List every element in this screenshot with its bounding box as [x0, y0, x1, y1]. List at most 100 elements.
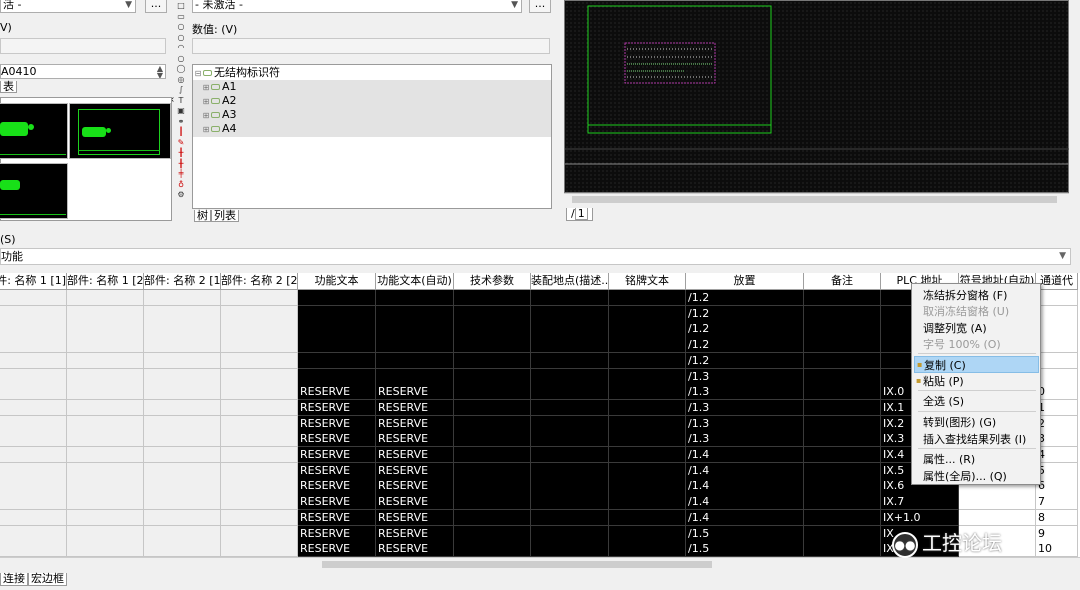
- table-cell[interactable]: [804, 290, 881, 307]
- table-cell[interactable]: [454, 384, 531, 401]
- table-cell[interactable]: [298, 352, 376, 369]
- tab-macro-frame[interactable]: 宏边框: [28, 573, 67, 586]
- scrollbar-thumb[interactable]: [322, 561, 712, 568]
- table-cell[interactable]: [609, 462, 686, 479]
- table-cell[interactable]: RESERVE: [376, 525, 454, 542]
- table-cell[interactable]: [298, 305, 376, 322]
- table-cell[interactable]: [609, 321, 686, 338]
- table-cell[interactable]: [531, 321, 609, 338]
- table-cell[interactable]: [67, 368, 144, 385]
- table-cell[interactable]: [609, 368, 686, 385]
- table-cell[interactable]: [959, 509, 1036, 526]
- column-header[interactable]: 装配地点(描述...: [531, 273, 609, 290]
- table-cell[interactable]: [0, 384, 67, 401]
- table-cell[interactable]: RESERVE: [376, 384, 454, 401]
- line-tool-icon[interactable]: ╂: [176, 148, 186, 157]
- table-cell[interactable]: [376, 337, 454, 354]
- table-cell[interactable]: RESERVE: [298, 384, 376, 401]
- table-cell[interactable]: [531, 399, 609, 417]
- page-thumbnail[interactable]: [0, 163, 68, 219]
- table-cell[interactable]: RESERVE: [298, 478, 376, 495]
- table-cell[interactable]: 5: [1036, 462, 1078, 479]
- table-cell[interactable]: [144, 321, 221, 338]
- table-cell[interactable]: RESERVE: [298, 399, 376, 417]
- table-cell[interactable]: [609, 337, 686, 354]
- canvas-vertical-scrollbar[interactable]: [1069, 0, 1080, 193]
- table-cell[interactable]: [144, 384, 221, 401]
- table-cell[interactable]: RESERVE: [298, 525, 376, 542]
- table-cell[interactable]: [804, 462, 881, 479]
- table-cell[interactable]: RESERVE: [376, 478, 454, 495]
- context-menu-item[interactable]: 转到(图形) (G): [914, 414, 1039, 431]
- table-cell[interactable]: [1036, 305, 1078, 322]
- table-cell[interactable]: [804, 541, 881, 557]
- table-cell[interactable]: [144, 541, 221, 557]
- page-tab[interactable]: /1: [566, 208, 593, 221]
- table-cell[interactable]: [0, 447, 67, 464]
- table-cell[interactable]: [0, 462, 67, 479]
- table-cell[interactable]: [0, 541, 67, 557]
- table-cell[interactable]: RESERVE: [298, 415, 376, 432]
- table-cell[interactable]: [804, 415, 881, 432]
- rectangle-tool-icon[interactable]: □: [176, 1, 186, 10]
- top-left-combo[interactable]: 活 - ▼: [0, 0, 136, 13]
- table-cell[interactable]: RESERVE: [376, 509, 454, 526]
- table-cell[interactable]: [0, 431, 67, 448]
- table-cell[interactable]: [144, 352, 221, 369]
- table-cell[interactable]: [454, 337, 531, 354]
- table-cell[interactable]: /1.2: [686, 290, 804, 307]
- table-cell[interactable]: [531, 290, 609, 307]
- table-cell[interactable]: [144, 305, 221, 322]
- filter-combo[interactable]: 功能 ▼: [0, 248, 1071, 265]
- table-cell[interactable]: [804, 352, 881, 369]
- table-cell[interactable]: [454, 415, 531, 432]
- table-cell[interactable]: [67, 478, 144, 495]
- table-cell[interactable]: [804, 494, 881, 511]
- table-cell[interactable]: [454, 431, 531, 448]
- table-cell[interactable]: [144, 337, 221, 354]
- table-cell[interactable]: [144, 431, 221, 448]
- top-left-tab[interactable]: 表: [0, 81, 17, 93]
- table-cell[interactable]: IX.7: [881, 494, 959, 511]
- table-cell[interactable]: [221, 352, 298, 369]
- text-tool-icon[interactable]: T: [176, 96, 186, 105]
- table-cell[interactable]: [804, 337, 881, 354]
- table-cell[interactable]: [221, 290, 298, 307]
- table-cell[interactable]: [376, 290, 454, 307]
- table-cell[interactable]: [609, 541, 686, 557]
- table-cell[interactable]: [144, 494, 221, 511]
- middle-value-field[interactable]: [192, 38, 550, 54]
- table-cell[interactable]: [298, 290, 376, 307]
- table-cell[interactable]: 10: [1036, 541, 1078, 557]
- table-cell[interactable]: [0, 415, 67, 432]
- table-cell[interactable]: 1: [1036, 399, 1078, 417]
- table-cell[interactable]: [376, 321, 454, 338]
- table-cell[interactable]: [531, 541, 609, 557]
- table-cell[interactable]: [144, 399, 221, 417]
- middle-browse-button[interactable]: ...: [529, 0, 551, 13]
- table-cell[interactable]: [531, 431, 609, 448]
- table-cell[interactable]: /1.2: [686, 337, 804, 354]
- table-cell[interactable]: /1.4: [686, 494, 804, 511]
- circle-tool-icon[interactable]: ○: [176, 22, 186, 31]
- table-cell[interactable]: [454, 368, 531, 385]
- table-cell[interactable]: /1.3: [686, 368, 804, 385]
- table-cell[interactable]: [531, 494, 609, 511]
- context-menu-item[interactable]: 冻结拆分窗格 (F): [914, 287, 1039, 304]
- table-cell[interactable]: [221, 509, 298, 526]
- table-cell[interactable]: [531, 447, 609, 464]
- table-cell[interactable]: [67, 525, 144, 542]
- top-left-value-field[interactable]: [0, 38, 166, 54]
- context-menu-item[interactable]: 属性... (R): [914, 451, 1039, 468]
- spin-arrows-icon[interactable]: ▲ ▼: [157, 65, 163, 78]
- table-cell[interactable]: [67, 431, 144, 448]
- table-cell[interactable]: [0, 368, 67, 385]
- table-cell[interactable]: 2: [1036, 415, 1078, 432]
- collapse-icon[interactable]: ⊟: [193, 67, 203, 81]
- page-thumbnail[interactable]: [0, 103, 68, 159]
- tab-connections[interactable]: 连接: [0, 573, 28, 586]
- table-cell[interactable]: RESERVE: [376, 541, 454, 557]
- column-header[interactable]: 部件: 名称 1 [2]: [67, 273, 144, 290]
- context-menu-item[interactable]: 全选 (S): [914, 393, 1039, 410]
- column-header[interactable]: 放置: [686, 273, 804, 290]
